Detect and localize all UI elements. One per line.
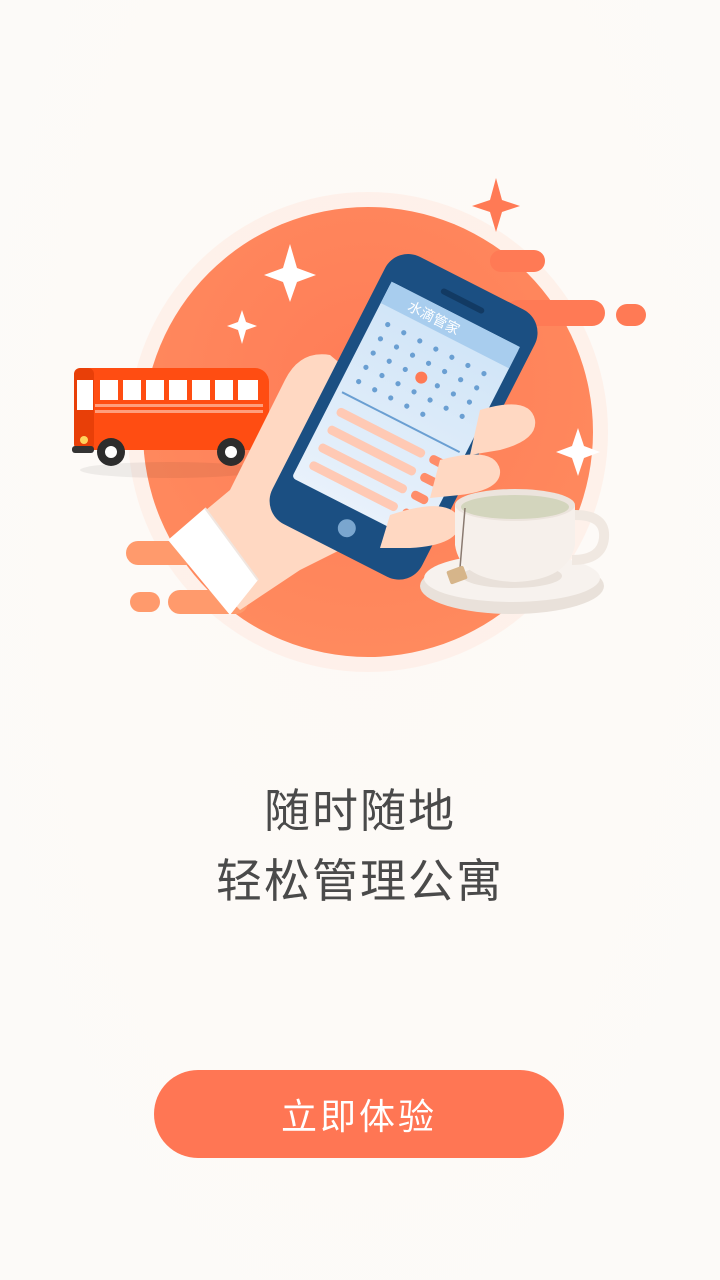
hero-illustration: 水滴管家: [72, 178, 646, 672]
onboarding-screen: 水滴管家 随时随地 轻松管理公寓 立即体验: [0, 0, 720, 1280]
start-experience-button[interactable]: 立即体验: [154, 1070, 564, 1158]
intro-subheadline: 轻松管理公寓: [216, 854, 504, 908]
intro-headline: 随时随地: [264, 784, 456, 838]
